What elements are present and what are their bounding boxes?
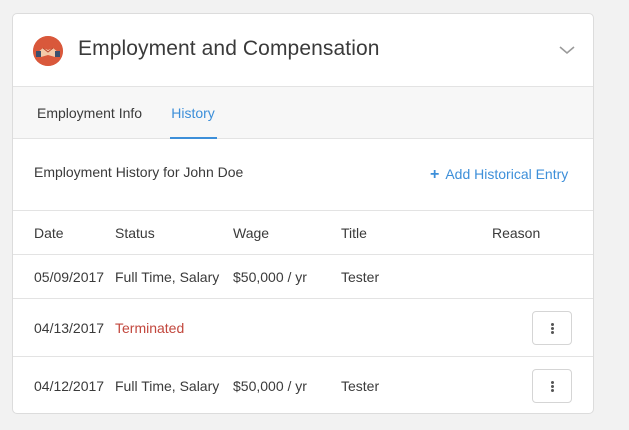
row-date: 05/09/2017 [34,269,105,285]
row-actions-button[interactable] [532,369,572,403]
card-title: Employment and Compensation [78,37,380,60]
more-vertical-icon [551,323,554,334]
tab-bar: Employment Info History [13,87,593,139]
row-wage: $50,000 / yr [233,378,307,394]
history-table: Date Status Wage Title Reason 05/09/2017… [13,211,593,413]
row-date: 04/12/2017 [34,378,105,394]
column-header-status: Status [115,225,155,241]
row-status: Full Time, Salary [115,378,220,394]
table-header-row: Date Status Wage Title Reason [13,211,593,255]
column-header-wage: Wage [233,225,270,241]
employment-compensation-card: Employment and Compensation Employment I… [12,13,594,414]
row-date: 04/13/2017 [34,320,105,336]
more-vertical-icon [551,381,554,392]
chevron-down-icon[interactable] [557,42,577,58]
tab-employment-info[interactable]: Employment Info [37,87,142,138]
tab-history-label: History [171,105,215,121]
add-historical-entry-button[interactable]: + Add Historical Entry [430,166,569,183]
column-header-date: Date [34,225,64,241]
column-header-reason: Reason [492,225,541,241]
history-title: Employment History for John Doe [34,164,244,180]
handshake-icon [33,36,63,66]
add-entry-label: Add Historical Entry [445,166,569,182]
table-row: 04/13/2017 Terminated [13,299,593,357]
table-row: 04/12/2017 Full Time, Salary $50,000 / y… [13,357,593,413]
row-wage: $50,000 / yr [233,269,307,285]
history-subheader: Employment History for John Doe + Add His… [13,139,593,211]
row-title: Tester [341,269,380,285]
table-row: 05/09/2017 Full Time, Salary $50,000 / y… [13,255,593,299]
row-status-terminated: Terminated [115,320,185,336]
row-actions-button[interactable] [532,311,572,345]
row-status: Full Time, Salary [115,269,220,285]
card-header[interactable]: Employment and Compensation [13,14,593,87]
plus-icon: + [430,166,440,183]
tab-history[interactable]: History [170,87,217,139]
column-header-title: Title [341,225,367,241]
row-title: Tester [341,378,380,394]
